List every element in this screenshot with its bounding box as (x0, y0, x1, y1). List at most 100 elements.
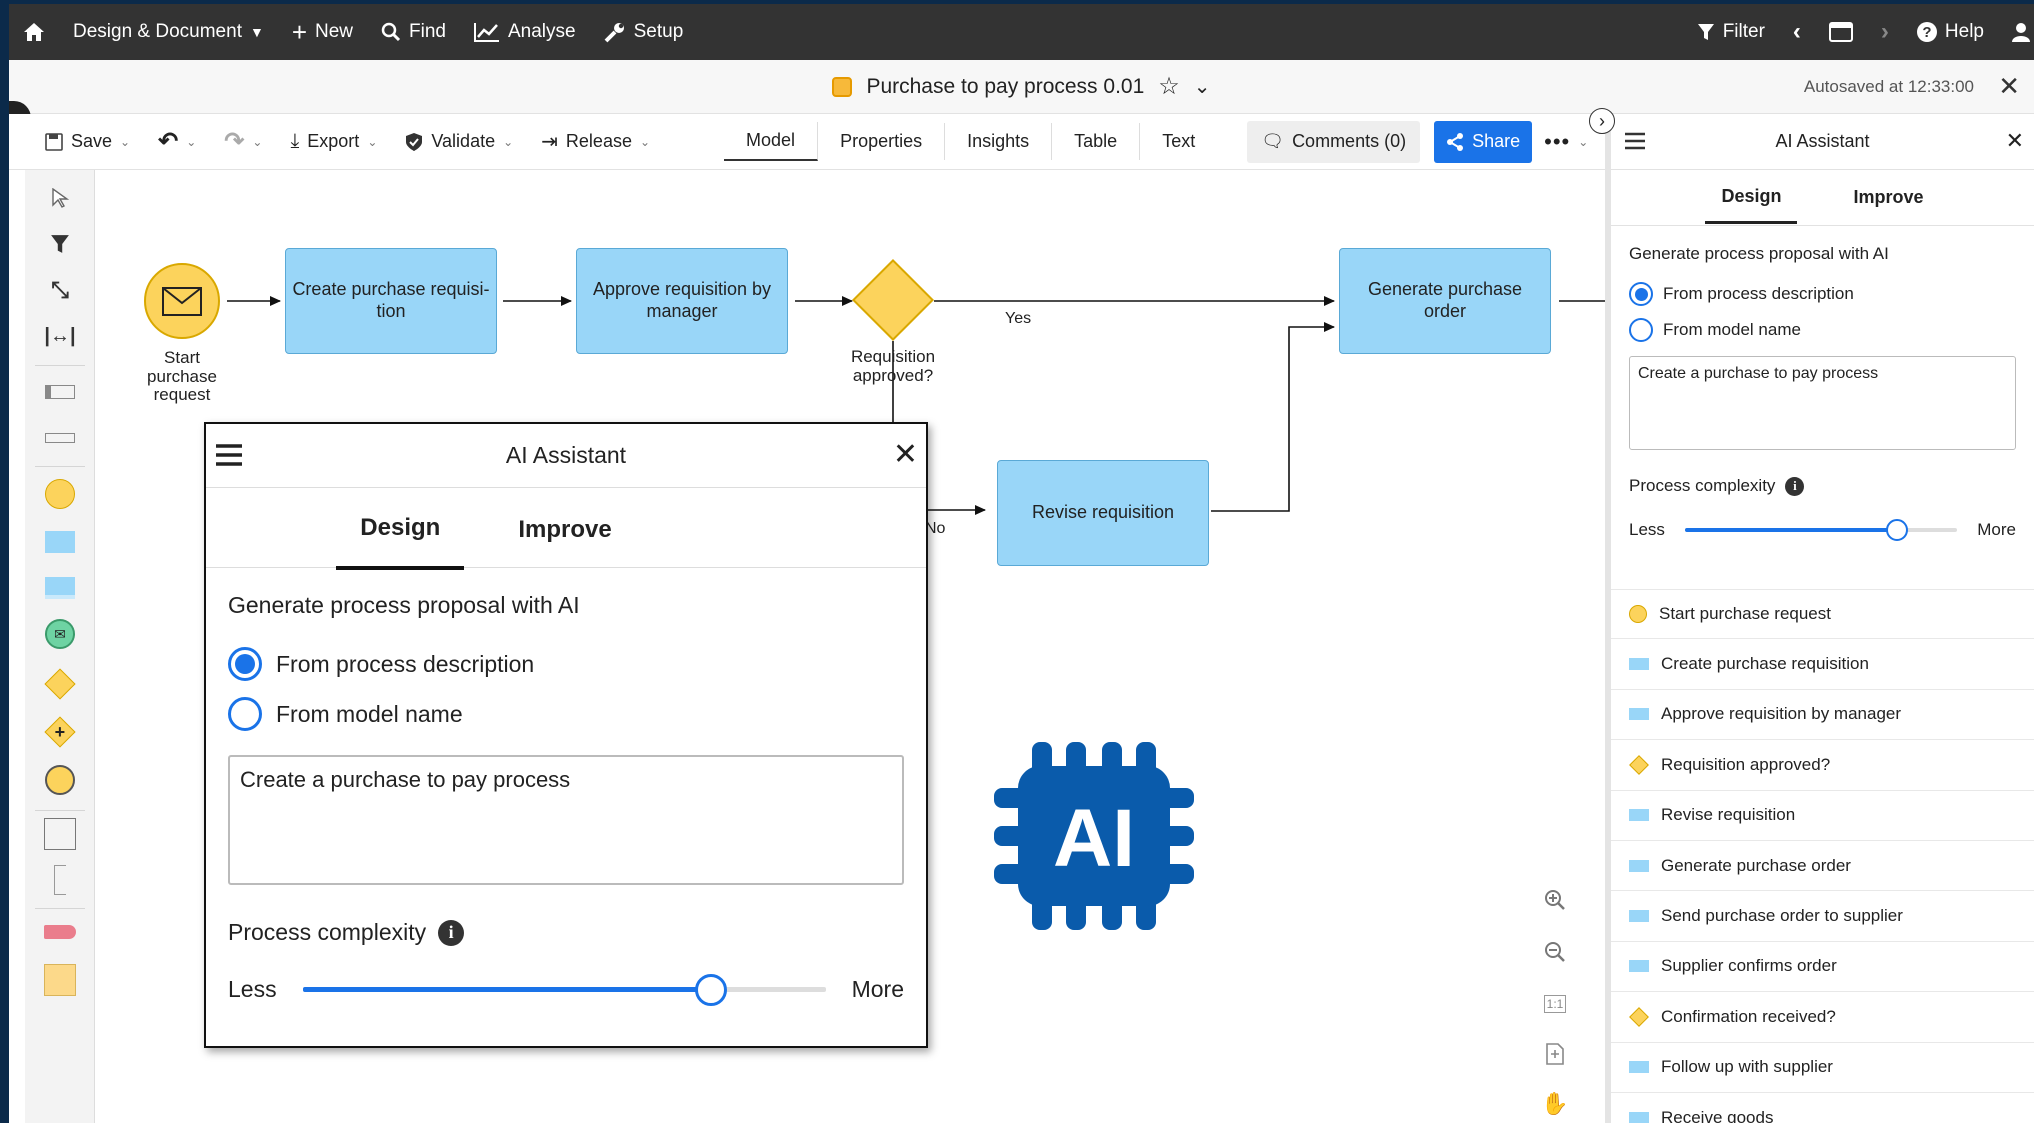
list-item-label: Follow up with supplier (1661, 1057, 1833, 1077)
comments-button[interactable]: 🗨 Comments (0) (1247, 120, 1421, 163)
palette-subprocess[interactable] (25, 566, 95, 610)
palette-note[interactable] (25, 958, 95, 1002)
share-button[interactable]: Share (1434, 120, 1533, 163)
list-item[interactable]: Create purchase requisition (1611, 639, 2034, 690)
pointer-icon (52, 188, 69, 208)
ai-assistant-popup: AI Assistant ✕ Design Improve Generate p… (204, 422, 928, 1048)
tab-table[interactable]: Table (1052, 123, 1141, 160)
radio-from-description[interactable]: From process description (228, 647, 904, 681)
window-button[interactable] (1815, 4, 1867, 60)
palette-lane[interactable] (25, 416, 95, 460)
tab-text[interactable]: Text (1140, 123, 1217, 160)
export-button[interactable]: ⤓ Export ⌄ (276, 122, 391, 162)
undo-button[interactable]: ↶ ⌄ (144, 122, 210, 162)
tab-improve[interactable]: Improve (1837, 173, 1939, 222)
list-item[interactable]: Confirmation received? (1611, 992, 2034, 1043)
close-document-icon[interactable]: ✕ (1998, 71, 2020, 102)
palette-start-event[interactable] (25, 472, 95, 516)
star-icon[interactable]: ☆ (1158, 72, 1180, 101)
back-button[interactable]: ‹ (1779, 4, 1815, 60)
palette-message-event[interactable]: ✉ (25, 612, 95, 656)
tab-properties[interactable]: Properties (818, 123, 946, 160)
info-icon[interactable]: i (1785, 476, 1805, 496)
filter-button[interactable]: Filter (1683, 4, 1779, 60)
list-item[interactable]: Start purchase request (1611, 589, 2034, 640)
list-item[interactable]: Approve requisition by manager (1611, 690, 2034, 741)
list-item[interactable]: Requisition approved? (1611, 740, 2034, 791)
fit-page-button[interactable] (1535, 1034, 1575, 1074)
design-document-menu[interactable]: Design & Document ▼ (59, 4, 278, 60)
info-icon[interactable]: i (438, 919, 465, 946)
close-panel-icon[interactable]: ✕ (2006, 128, 2024, 154)
task-approve-requisition[interactable]: Approve requisition by manager (576, 248, 788, 354)
radio-from-model-name[interactable]: From model name (228, 697, 904, 731)
list-item[interactable]: Send purchase order to supplier (1611, 891, 2034, 942)
radio-from-model-name[interactable]: From model name (1629, 318, 2016, 342)
chevron-down-icon[interactable]: ⌄ (1194, 74, 1211, 99)
chevron-down-icon: ⌄ (186, 134, 197, 149)
complexity-slider[interactable] (302, 973, 826, 1006)
save-button[interactable]: Save ⌄ (31, 122, 144, 162)
palette-filter-tool[interactable] (25, 222, 95, 266)
home-button[interactable] (9, 4, 59, 60)
list-item[interactable]: Receive goods (1611, 1093, 2034, 1123)
user-button[interactable] (1998, 4, 2034, 60)
palette-parallel-gateway[interactable]: + (25, 710, 95, 754)
analyse-label: Analyse (508, 21, 576, 42)
list-item[interactable]: Revise requisition (1611, 791, 2034, 841)
zoom-out-button[interactable] (1535, 932, 1575, 972)
list-item[interactable]: Follow up with supplier (1611, 1043, 2034, 1093)
list-item-label: Create purchase requisition (1661, 654, 1869, 674)
slider-knob[interactable] (694, 973, 727, 1006)
complexity-slider[interactable] (1684, 519, 1958, 541)
analyse-button[interactable]: Analyse (460, 4, 590, 60)
palette-connect-tool[interactable]: ⤡ (25, 268, 95, 312)
radio-from-description[interactable]: From process description (1629, 282, 2016, 306)
close-popup-icon[interactable]: ✕ (893, 437, 918, 472)
release-button[interactable]: ⇥ Release ⌄ (527, 122, 664, 162)
help-button[interactable]: ? Help (1903, 4, 1998, 60)
hamburger-menu-icon[interactable] (1625, 132, 1645, 150)
list-item[interactable]: Generate purchase order (1611, 841, 2034, 892)
palette-annotation[interactable] (25, 858, 95, 902)
slider-more-label: More (1977, 520, 2016, 539)
tab-design[interactable]: Design (336, 486, 465, 570)
more-options-button[interactable]: ••• ⌄ (1532, 129, 1601, 155)
tab-design[interactable]: Design (1705, 172, 1798, 224)
process-description-textarea[interactable]: Create a purchase to pay process (228, 755, 904, 885)
tab-model[interactable]: Model (724, 122, 819, 161)
palette-pool[interactable] (25, 370, 95, 414)
save-icon (45, 132, 63, 151)
slider-knob[interactable] (1886, 519, 1909, 541)
validate-button[interactable]: Validate ⌄ (391, 122, 527, 162)
home-icon (24, 23, 44, 41)
find-label: Find (409, 21, 446, 42)
palette-group[interactable] (25, 812, 95, 856)
chevron-down-icon: ⌄ (120, 134, 131, 149)
palette-gateway[interactable] (25, 662, 95, 706)
tab-insights[interactable]: Insights (945, 123, 1053, 160)
hamburger-menu-icon[interactable] (216, 443, 242, 467)
shield-check-icon (406, 132, 423, 151)
task-create-purchase-requisition[interactable]: Create purchase requisi- tion (285, 248, 497, 354)
palette-select-tool[interactable] (25, 176, 95, 220)
setup-button[interactable]: Setup (590, 4, 698, 60)
palette-tag[interactable] (25, 910, 95, 954)
radio-from-model-name-label: From model name (1663, 320, 1801, 339)
new-button[interactable]: + New (278, 4, 367, 60)
actual-size-button[interactable]: 1:1 (1535, 984, 1575, 1024)
tab-improve[interactable]: Improve (494, 488, 635, 568)
forward-button[interactable]: › (1867, 4, 1903, 60)
zoom-in-button[interactable] (1535, 880, 1575, 920)
palette-task[interactable] (25, 520, 95, 564)
release-icon: ⇥ (541, 131, 558, 153)
task-revise-requisition[interactable]: Revise requisition (997, 460, 1209, 566)
palette-end-event[interactable] (25, 758, 95, 802)
task-generate-purchase-order[interactable]: Generate purchase order (1339, 248, 1551, 354)
find-button[interactable]: Find (367, 4, 460, 60)
palette-space-tool[interactable]: |↔| (25, 314, 95, 358)
redo-button[interactable]: ↷ ⌄ (210, 122, 276, 162)
process-description-textarea[interactable]: Create a purchase to pay process (1629, 356, 2016, 450)
list-item[interactable]: Supplier confirms order (1611, 942, 2034, 993)
pan-tool-button[interactable]: ✋ (1535, 1084, 1575, 1123)
